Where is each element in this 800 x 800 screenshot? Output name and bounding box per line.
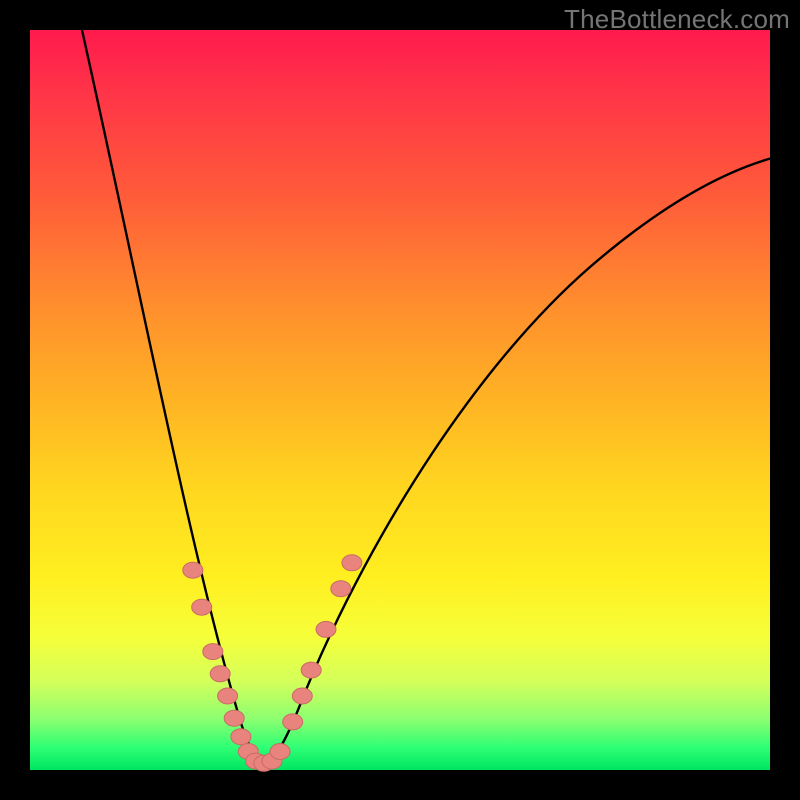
data-marker xyxy=(218,688,238,704)
data-marker xyxy=(283,714,303,730)
data-marker xyxy=(231,729,251,745)
data-marker xyxy=(316,621,336,637)
plot-area xyxy=(30,30,770,770)
outer-frame: TheBottleneck.com xyxy=(0,0,800,800)
bottleneck-curve xyxy=(82,30,772,763)
data-marker xyxy=(270,744,290,760)
data-marker xyxy=(192,599,212,615)
data-marker xyxy=(210,666,230,682)
data-marker xyxy=(342,555,362,571)
data-marker xyxy=(331,581,351,597)
data-marker xyxy=(183,562,203,578)
data-marker xyxy=(224,710,244,726)
marker-group xyxy=(183,555,362,772)
data-marker xyxy=(292,688,312,704)
data-marker xyxy=(203,644,223,660)
chart-svg xyxy=(30,30,770,770)
data-marker xyxy=(301,662,321,678)
